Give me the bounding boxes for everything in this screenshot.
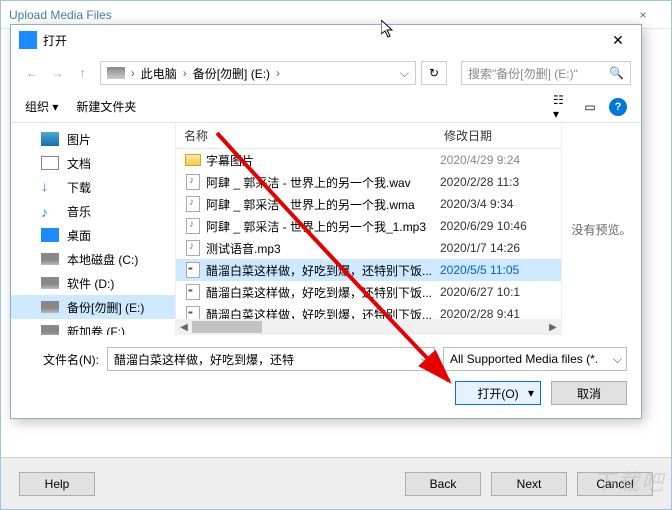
filename-label: 文件名(N): bbox=[25, 351, 99, 368]
refresh-button[interactable]: ↻ bbox=[421, 61, 447, 85]
scroll-left-arrow[interactable]: ◀ bbox=[176, 319, 192, 335]
dialog-title: 打开 bbox=[43, 32, 67, 49]
wizard-button-bar: Help Back Next Cancel bbox=[1, 457, 671, 509]
nav-forward-icon[interactable]: → bbox=[46, 62, 68, 84]
preview-pane-icon[interactable]: ▭ bbox=[581, 98, 599, 116]
address-bar[interactable]: › 此电脑 › 备份[勿删] (E:) › ⌵ bbox=[100, 61, 416, 85]
sidebar-item[interactable]: 文档 bbox=[11, 151, 175, 175]
sidebar-item[interactable]: 新加卷 (F:) bbox=[11, 319, 175, 335]
preview-pane: 没有预览。 bbox=[561, 123, 641, 335]
sidebar-item[interactable]: 软件 (D:) bbox=[11, 271, 175, 295]
nav-up-icon[interactable]: ↑ bbox=[72, 62, 94, 84]
nav-back-icon[interactable]: ← bbox=[21, 62, 43, 84]
file-row[interactable]: 测试语音.mp32020/1/7 14:26 bbox=[176, 237, 561, 259]
dialog-titlebar: 打开 ✕ bbox=[11, 25, 641, 55]
back-button[interactable]: Back bbox=[405, 472, 481, 496]
open-button[interactable]: 打开(O) ▾ bbox=[455, 381, 541, 405]
file-list-header[interactable]: 名称 修改日期 bbox=[176, 123, 561, 149]
audio-icon bbox=[184, 196, 202, 212]
sidebar-item[interactable]: ♪音乐 bbox=[11, 199, 175, 223]
address-dropdown-icon[interactable]: ⌵ bbox=[400, 66, 409, 81]
cancel-button[interactable]: Cancel bbox=[577, 472, 653, 496]
newfolder-button[interactable]: 新建文件夹 bbox=[76, 98, 136, 115]
sidebar-item[interactable]: 桌面 bbox=[11, 223, 175, 247]
column-name[interactable]: 名称 bbox=[176, 127, 436, 144]
sidebar: 图片文档↓下载♪音乐桌面本地磁盘 (C:)软件 (D:)备份[勿删] (E:)新… bbox=[11, 123, 175, 335]
address-pc[interactable]: 此电脑 bbox=[141, 65, 177, 82]
folder-icon bbox=[184, 152, 202, 168]
dialog-cancel-button[interactable]: 取消 bbox=[551, 381, 627, 405]
scrollbar-thumb[interactable] bbox=[192, 321, 262, 333]
file-row[interactable]: 醋溜白菜这样做，好吃到爆，还特别下饭...2020/6/27 10:1 bbox=[176, 281, 561, 303]
filetype-filter[interactable]: All Supported Media files (*. bbox=[443, 347, 627, 371]
chevron-right-icon: › bbox=[131, 66, 135, 80]
address-location[interactable]: 备份[勿删] (E:) bbox=[193, 65, 270, 82]
file-row[interactable]: 阿肆 _ 郭采洁 - 世界上的另一个我.wav2020/2/28 11:3 bbox=[176, 171, 561, 193]
search-input[interactable]: 搜索"备份[勿删] (E:)" 🔍 bbox=[461, 61, 631, 85]
scroll-right-arrow[interactable]: ▶ bbox=[545, 319, 561, 335]
dialog-icon bbox=[19, 31, 37, 49]
sidebar-item[interactable]: ↓下载 bbox=[11, 175, 175, 199]
audio-icon bbox=[184, 174, 202, 190]
file-list: 名称 修改日期 字幕图片2020/4/29 9:24阿肆 _ 郭采洁 - 世界上… bbox=[176, 123, 561, 335]
video-icon bbox=[184, 284, 202, 300]
next-button[interactable]: Next bbox=[491, 472, 567, 496]
dialog-close-button[interactable]: ✕ bbox=[603, 32, 633, 49]
column-date[interactable]: 修改日期 bbox=[436, 127, 561, 144]
file-open-dialog: 打开 ✕ ← → ↑ › 此电脑 › 备份[勿删] (E:) › ⌵ ↻ 搜索"… bbox=[10, 24, 642, 419]
outer-window-title: Upload Media Files bbox=[9, 8, 112, 22]
help-icon[interactable]: ? bbox=[609, 98, 627, 116]
file-row[interactable]: 阿肆 _ 郭采洁 - 世界上的另一个我.wma2020/3/4 9:34 bbox=[176, 193, 561, 215]
disk-icon bbox=[107, 67, 125, 79]
chevron-right-icon: › bbox=[183, 66, 187, 80]
view-options-icon[interactable]: ☷ ▾ bbox=[553, 98, 571, 116]
file-row[interactable]: 阿肆 _ 郭采洁 - 世界上的另一个我_1.mp32020/6/29 10:46 bbox=[176, 215, 561, 237]
horizontal-scrollbar[interactable]: ◀ ▶ bbox=[176, 319, 561, 335]
organize-menu[interactable]: 组织 ▾ bbox=[25, 98, 58, 115]
audio-icon bbox=[184, 218, 202, 234]
file-row[interactable]: 字幕图片2020/4/29 9:24 bbox=[176, 149, 561, 171]
search-icon: 🔍 bbox=[609, 66, 624, 80]
sidebar-item[interactable]: 本地磁盘 (C:) bbox=[11, 247, 175, 271]
search-placeholder: 搜索"备份[勿删] (E:)" bbox=[468, 65, 578, 82]
video-icon bbox=[184, 262, 202, 278]
filename-input[interactable]: 醋溜白菜这样做，好吃到爆，还特 bbox=[107, 347, 435, 371]
help-button[interactable]: Help bbox=[19, 472, 95, 496]
sidebar-item[interactable]: 备份[勿删] (E:) bbox=[11, 295, 175, 319]
file-row[interactable]: 醋溜白菜这样做，好吃到爆，还特别下饭...2020/5/5 11:05 bbox=[176, 259, 561, 281]
chevron-right-icon: › bbox=[276, 66, 280, 80]
audio-icon bbox=[184, 240, 202, 256]
outer-close-button[interactable]: × bbox=[623, 8, 663, 22]
sidebar-item[interactable]: 图片 bbox=[11, 127, 175, 151]
